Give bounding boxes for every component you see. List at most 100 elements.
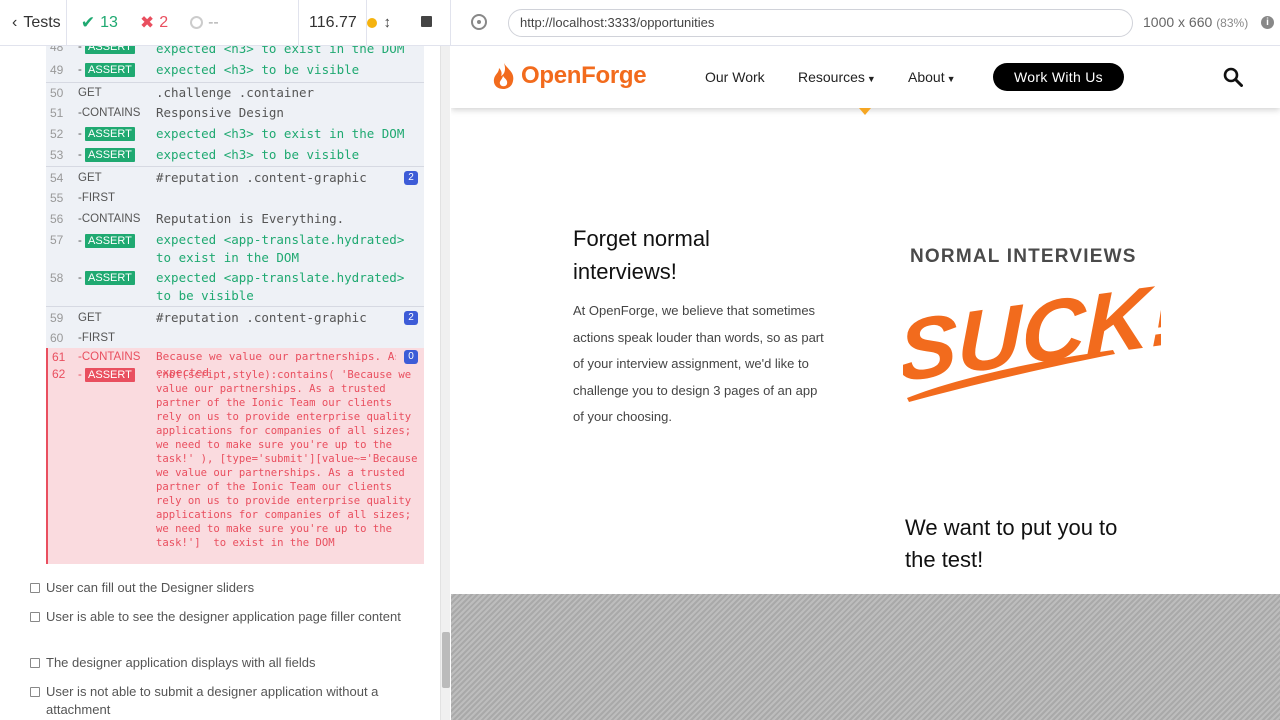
selector-playground-icon[interactable] xyxy=(471,14,487,30)
test-title: User is able to see the designer applica… xyxy=(46,609,401,624)
passed-count[interactable]: ✔ 13 xyxy=(81,13,118,33)
section-body-text: At OpenForge, we believe that sometimes … xyxy=(573,303,824,424)
circle-notch-icon xyxy=(190,16,204,29)
command-number: 57 xyxy=(50,233,64,247)
tests-label: Tests xyxy=(23,13,61,31)
command-row[interactable]: 56 -CONTAINS Reputation is Everything. xyxy=(46,209,424,230)
command-message: expected <h3> to exist in the DOM xyxy=(156,46,405,56)
command-row[interactable]: 55 -FIRST xyxy=(46,188,424,209)
command-row[interactable]: 48 - ASSERT expected <h3> to exist in th… xyxy=(46,46,424,58)
test-item[interactable]: User can fill out the Designer sliders xyxy=(30,579,410,597)
square-icon xyxy=(30,583,40,593)
nav-our-work[interactable]: Our Work xyxy=(705,69,765,85)
command-name: GET xyxy=(78,312,102,324)
command-row[interactable]: 50 GET .challenge .container xyxy=(46,82,424,103)
section-heading: Forget normal interviews! xyxy=(573,226,710,284)
command-number: 60 xyxy=(50,331,64,345)
failed-command-block: 61 -CONTAINS Because we value our partne… xyxy=(46,348,424,564)
command-row-failed-contains[interactable]: 61 -CONTAINS Because we value our partne… xyxy=(48,348,424,366)
aut-header: http://localhost:3333/opportunities 1000… xyxy=(450,0,1280,46)
command-row[interactable]: 59 GET #reputation .content-graphic 2 xyxy=(46,306,424,328)
search-icon[interactable] xyxy=(1223,67,1243,87)
tests-button[interactable]: ‹ Tests xyxy=(0,0,67,46)
resize-vertical-icon[interactable]: ↕ xyxy=(383,14,391,31)
running-indicator-icon xyxy=(367,17,378,28)
command-message: expected <h3> to be visible xyxy=(156,147,360,162)
suck-graphic: SUCK! xyxy=(903,268,1161,402)
test-item[interactable]: User is able to see the designer applica… xyxy=(30,608,410,626)
command-name: -CONTAINS xyxy=(78,213,141,225)
command-number: 56 xyxy=(50,212,64,226)
passed-number: 13 xyxy=(100,13,118,31)
command-row[interactable]: 54 GET #reputation .content-graphic 2 xyxy=(46,166,424,188)
command-name: -FIRST xyxy=(78,332,116,344)
test-item[interactable]: User is not able to submit a designer ap… xyxy=(30,683,410,719)
stop-button[interactable] xyxy=(420,14,432,32)
test-stats: ✔ 13 ✖ 2 -- xyxy=(67,0,300,46)
command-number: 53 xyxy=(50,148,64,162)
command-message: #reputation .content-graphic xyxy=(156,170,367,185)
command-message: #reputation .content-graphic xyxy=(156,310,367,325)
command-row[interactable]: 49 - ASSERT expected <h3> to be visible xyxy=(46,61,424,82)
openforge-logo[interactable]: OpenForge xyxy=(491,62,647,90)
info-icon[interactable]: i xyxy=(1261,16,1274,29)
command-row[interactable]: 58 - ASSERT expected <app-translate.hydr… xyxy=(46,268,424,306)
viewport-info: 1000 x 660 (83%) xyxy=(1143,14,1248,30)
command-number: 50 xyxy=(50,86,64,100)
command-number: 54 xyxy=(50,171,64,185)
command-number: 62 xyxy=(52,367,66,381)
command-number: 55 xyxy=(50,191,64,205)
command-name: GET xyxy=(78,172,102,184)
chevron-left-icon: ‹ xyxy=(12,13,18,31)
test-title: User is not able to submit a designer ap… xyxy=(46,684,379,717)
graphic-caption: NORMAL INTERVIEWS xyxy=(910,246,1137,267)
work-with-us-button[interactable]: Work With Us xyxy=(993,63,1124,91)
command-name: - ASSERT xyxy=(78,234,135,248)
test-item[interactable]: The designer application displays with a… xyxy=(30,654,410,672)
command-name: - ASSERT xyxy=(78,127,135,141)
reporter-header: ‹ Tests ✔ 13 ✖ 2 -- 116.77 ↕ xyxy=(0,0,450,46)
logo-wordmark: OpenForge xyxy=(521,62,647,89)
square-icon xyxy=(30,612,40,622)
command-name: -CONTAINS xyxy=(78,107,141,119)
flame-icon xyxy=(493,63,514,89)
command-row[interactable]: 60 -FIRST xyxy=(46,328,424,348)
reporter-scrollbar[interactable] xyxy=(440,46,450,720)
nav-about-label: About xyxy=(908,69,945,85)
pending-number: -- xyxy=(208,13,219,31)
nav-about[interactable]: About ▼ xyxy=(908,69,956,85)
duration: 116.77 xyxy=(299,0,368,46)
section-heading-secondary: We want to put you to the test! xyxy=(905,515,1118,572)
element-count-badge: 0 xyxy=(404,350,418,364)
command-number: 48 xyxy=(50,46,64,54)
element-count-badge: 2 xyxy=(404,311,418,325)
command-message: Because we value our partnerships. As … xyxy=(156,350,396,363)
command-row[interactable]: 57 - ASSERT expected <app-translate.hydr… xyxy=(46,230,424,268)
command-name: -FIRST xyxy=(78,192,116,204)
command-number: 49 xyxy=(50,63,64,77)
nav-resources[interactable]: Resources ▼ xyxy=(798,69,876,85)
command-name: - ASSERT xyxy=(78,148,135,162)
pending-count[interactable]: -- xyxy=(190,14,219,32)
url-field[interactable]: http://localhost:3333/opportunities xyxy=(508,9,1133,37)
command-name: GET xyxy=(78,87,102,99)
command-name: - ASSERT xyxy=(78,63,135,77)
failed-number: 2 xyxy=(159,13,169,31)
command-message: Reputation is Everything. xyxy=(156,211,345,226)
nav-resources-label: Resources xyxy=(798,69,865,85)
command-row[interactable]: 53 - ASSERT expected <h3> to be visible xyxy=(46,145,424,166)
x-icon: ✖ xyxy=(139,12,155,32)
check-icon: ✔ xyxy=(80,12,96,32)
command-name: - ASSERT xyxy=(78,368,135,382)
command-number: 51 xyxy=(50,106,64,120)
command-row[interactable]: 51 -CONTAINS Responsive Design xyxy=(46,103,424,124)
failed-count[interactable]: ✖ 2 xyxy=(140,13,168,33)
scrollbar-thumb[interactable] xyxy=(442,632,450,688)
square-icon xyxy=(30,687,40,697)
command-message: expected <app-translate.hydrated> to exi… xyxy=(156,232,405,265)
stop-icon xyxy=(420,15,432,27)
site-navbar: OpenForge Our Work Resources ▼ About ▼ Wor… xyxy=(451,46,1280,108)
command-number: 58 xyxy=(50,271,64,285)
command-message: expected <app-translate.hydrated> to be … xyxy=(156,270,405,303)
command-row[interactable]: 52 - ASSERT expected <h3> to exist in th… xyxy=(46,124,424,145)
